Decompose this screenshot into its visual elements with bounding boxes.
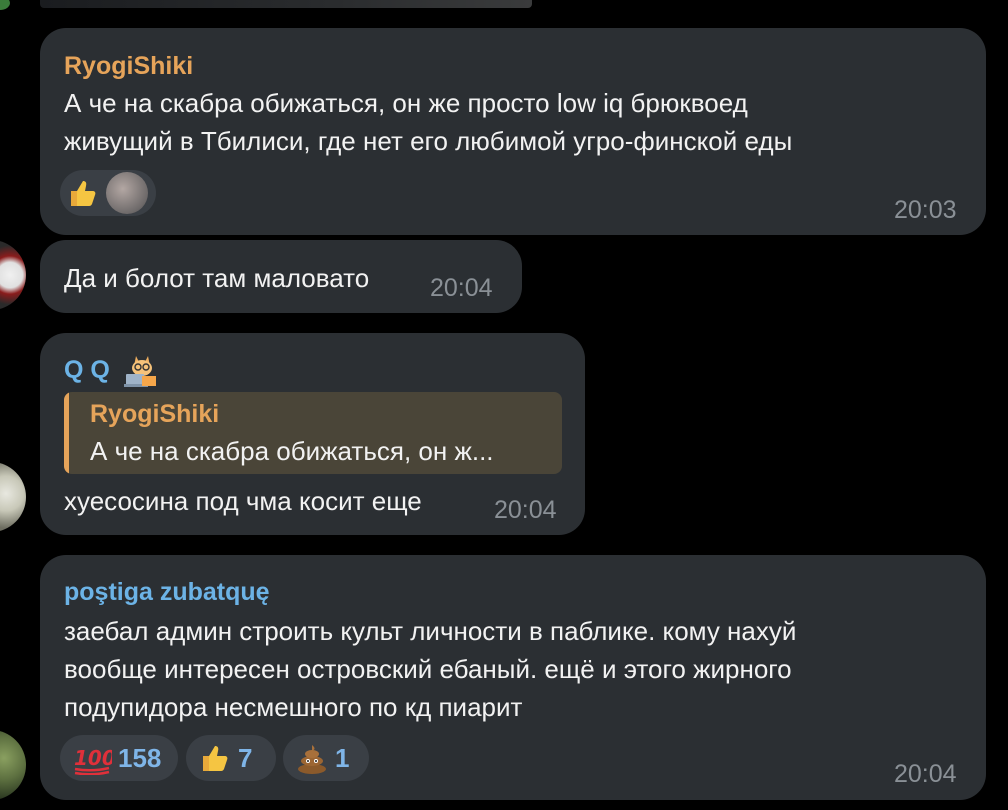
reply-sender: RyogiShiki [90,400,220,428]
message-text-line: А че на скабра обижаться, он же просто l… [64,88,748,118]
user-avatar-reaction [106,172,148,214]
cat-laptop-emoji-icon [122,352,162,388]
thumbs-up-icon [198,741,232,775]
message-text-line: живущий в Тбилиси, где нет его любимой у… [64,126,793,156]
message-sender[interactable]: poştiga zubatquę [64,578,270,607]
reaction-chip[interactable]: 1 [283,735,369,781]
reaction-chip[interactable]: 7 [186,735,276,781]
message-sender[interactable]: RyogiShiki [64,52,193,81]
message-text: Да и болот там маловато [64,263,370,293]
message-text-line: подупидора несмешного по кд пиарит [64,692,523,722]
user-avatar[interactable] [0,730,26,800]
reply-quote[interactable]: RyogiShiki А че на скабра обижаться, он … [64,392,562,474]
svg-text:100: 100 [74,746,112,770]
hundred-points-icon: 100 [72,741,116,776]
message-time: 20:04 [894,760,957,788]
pile-of-poo-icon [295,741,329,775]
reaction-count: 7 [238,742,253,773]
message-sender[interactable]: Q Q [64,356,110,385]
thumbs-up-icon [66,176,100,210]
message-text: хуесосина под чма косит еще [64,486,422,516]
reaction-count: 1 [335,742,350,773]
previous-media-preview[interactable] [40,0,532,8]
message-text-line: заебал админ строить культ личности в па… [64,616,797,646]
message-time: 20:04 [494,496,557,524]
reply-quote-bar [64,392,69,474]
message-time: 20:03 [894,196,957,224]
reaction-count: 158 [118,742,162,773]
user-avatar[interactable] [0,462,26,532]
message-text-line: вообще интересен островский ебаный. ещё … [64,654,792,684]
message-time: 20:04 [430,274,493,302]
reply-text: А че на скабра обижаться, он ж... [90,436,494,466]
reaction-chip[interactable]: 100 158 [60,735,178,781]
reaction-chip[interactable] [60,170,156,216]
user-avatar[interactable] [0,240,26,310]
unread-indicator [0,0,10,10]
